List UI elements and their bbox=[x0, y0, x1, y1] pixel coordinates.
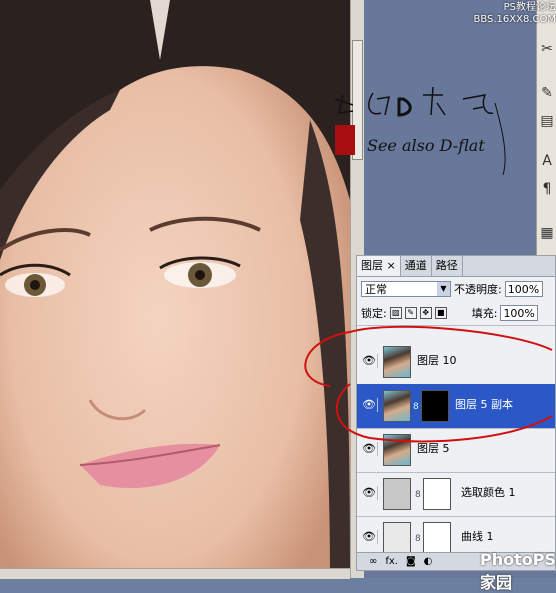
link-icon: 8 bbox=[415, 534, 421, 544]
annotation-text: See also D-flat bbox=[367, 136, 485, 155]
brush-tool-icon[interactable]: ✎ bbox=[538, 82, 556, 104]
lock-row: 锁定: ▨ ✎ ✥ ■ 填充: 100% bbox=[357, 301, 555, 326]
layer-row-selected[interactable]: 👁 8 图层 5 副本 bbox=[357, 384, 555, 429]
fill-field[interactable]: 100% bbox=[500, 305, 539, 321]
adjustment-curves-icon bbox=[383, 522, 411, 554]
grid-tool-icon[interactable]: ▦ bbox=[538, 222, 556, 244]
opacity-label: 不透明度: bbox=[454, 283, 502, 296]
eye-icon[interactable]: 👁 bbox=[361, 398, 378, 412]
layer-thumbnail bbox=[383, 390, 411, 422]
stamp-tool-icon[interactable]: ▤ bbox=[538, 110, 556, 132]
layer-thumbnail bbox=[383, 346, 411, 378]
link-icon: 8 bbox=[415, 490, 421, 500]
layer-mask-thumbnail[interactable] bbox=[423, 478, 451, 510]
layer-mask-thumbnail[interactable] bbox=[423, 522, 451, 554]
chevron-down-icon[interactable]: ▼ bbox=[437, 282, 450, 296]
blend-mode-select[interactable]: 正常 ▼ bbox=[361, 281, 451, 297]
eye-icon[interactable]: 👁 bbox=[361, 442, 378, 456]
lock-pixels-icon[interactable]: ✎ bbox=[404, 307, 417, 319]
eye-icon[interactable]: 👁 bbox=[361, 354, 378, 368]
text-tool-icon[interactable]: A bbox=[538, 150, 556, 172]
eye-icon[interactable]: 👁 bbox=[361, 486, 378, 500]
toolbar: ✂ ✎ ▤ A ¶ ▦ bbox=[536, 0, 556, 255]
adjustment-layer-icon[interactable]: ◐ bbox=[424, 556, 433, 567]
link-icon: 8 bbox=[413, 402, 419, 412]
layer-row[interactable]: 👁 图层 5 bbox=[357, 428, 555, 473]
tab-channels[interactable]: 通道 bbox=[401, 256, 432, 276]
watermark-line1: PS教程论坛 bbox=[503, 2, 556, 13]
adjustment-selective-color-icon bbox=[383, 478, 411, 510]
blend-mode-value: 正常 bbox=[365, 283, 387, 296]
opacity-field[interactable]: 100% bbox=[504, 281, 543, 297]
horizontal-scrollbar[interactable] bbox=[0, 568, 350, 579]
lock-all-icon[interactable]: ■ bbox=[434, 307, 447, 319]
tab-layers-label: 图层 bbox=[361, 259, 383, 272]
fill-label: 填充: bbox=[471, 307, 498, 320]
close-icon[interactable]: × bbox=[387, 259, 396, 272]
layer-thumbnail bbox=[383, 434, 411, 466]
fx-button[interactable]: fx. bbox=[385, 556, 398, 567]
tab-channels-label: 通道 bbox=[404, 259, 427, 272]
layer-mask-thumbnail[interactable] bbox=[421, 390, 449, 422]
layer-row[interactable]: 👁 图层 10 bbox=[357, 340, 555, 385]
layer-name: 图层 5 bbox=[417, 442, 450, 455]
add-mask-icon[interactable]: ◙ bbox=[406, 556, 416, 567]
lock-transparent-icon[interactable]: ▨ bbox=[389, 307, 402, 319]
lock-position-icon[interactable]: ✥ bbox=[419, 307, 432, 319]
image-canvas[interactable] bbox=[0, 0, 350, 578]
site-logo: PhotoPS 家园 bbox=[480, 550, 556, 592]
watermark-line2: BBS.16XX8.COM bbox=[473, 14, 556, 25]
link-layers-icon[interactable]: ∞ bbox=[369, 556, 377, 567]
signature-annotation: See also D-flat bbox=[333, 85, 533, 185]
layer-row[interactable]: 👁 8 选取颜色 1 bbox=[357, 472, 555, 517]
watermark: PS教程论坛 BBS.16XX8.COM bbox=[460, 2, 556, 26]
layer-name: 图层 10 bbox=[417, 354, 457, 367]
layer-name: 图层 5 副本 bbox=[455, 398, 513, 411]
move-tool-icon[interactable]: ✂ bbox=[538, 38, 556, 60]
tab-paths-label: 路径 bbox=[435, 259, 458, 272]
panel-tabs: 图层 × 通道 路径 bbox=[357, 256, 555, 277]
layer-name: 曲线 1 bbox=[461, 530, 494, 543]
tab-layers[interactable]: 图层 × bbox=[357, 256, 401, 276]
portrait-photo bbox=[0, 0, 350, 578]
layers-panel: 图层 × 通道 路径 正常 ▼ 不透明度: 100% 锁定: ▨ ✎ ✥ ■ 填… bbox=[356, 255, 556, 571]
layer-name: 选取颜色 1 bbox=[461, 486, 516, 499]
blend-row: 正常 ▼ 不透明度: 100% bbox=[357, 277, 555, 301]
tab-paths[interactable]: 路径 bbox=[432, 256, 463, 276]
eye-icon[interactable]: 👁 bbox=[361, 530, 378, 544]
signature-scribble: See also D-flat bbox=[334, 86, 506, 176]
lock-label: 锁定: bbox=[361, 307, 387, 320]
paragraph-tool-icon[interactable]: ¶ bbox=[538, 178, 556, 200]
